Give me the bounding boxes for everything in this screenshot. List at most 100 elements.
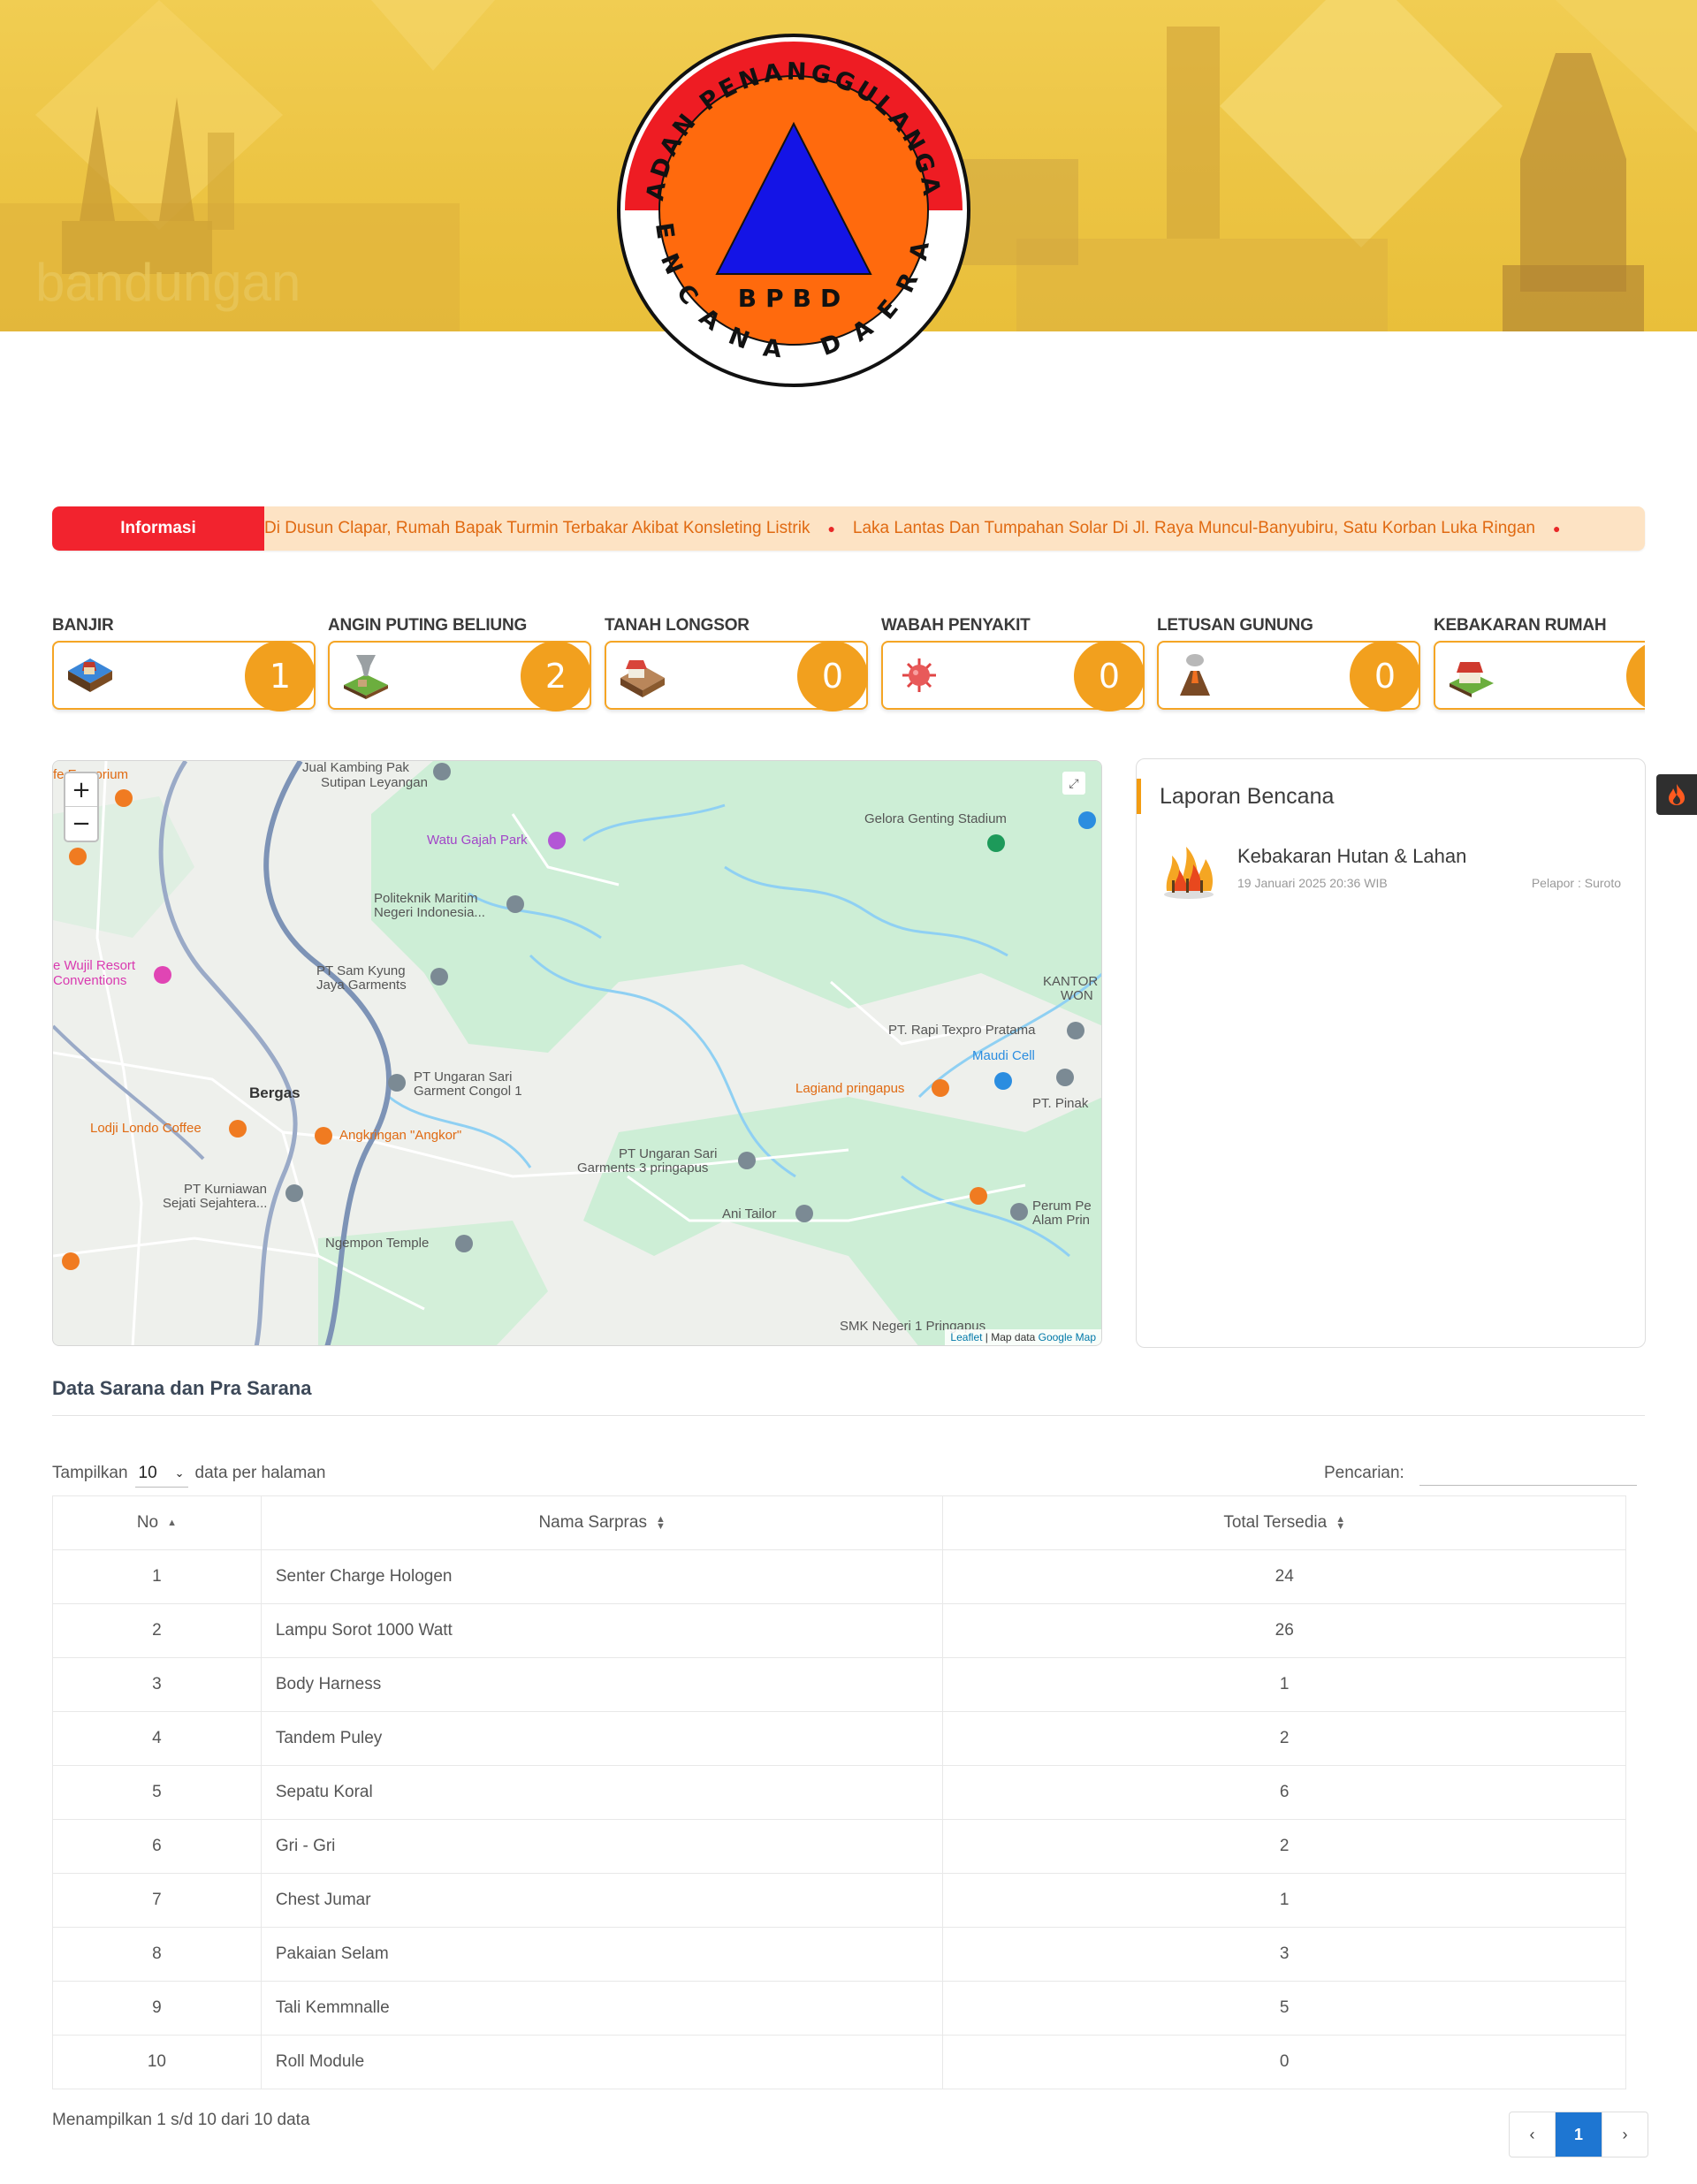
table-row: 6 Gri - Gri 2: [52, 1819, 1626, 1874]
disaster-map[interactable]: fe Emporium Jual Kambing Pak Sutipan Ley…: [52, 760, 1102, 1346]
svg-text:bandungan: bandungan: [35, 253, 301, 312]
map-label[interactable]: KANTOR: [1043, 975, 1098, 989]
cell-name: Chest Jumar: [260, 1873, 943, 1928]
map-label[interactable]: Sutipan Leyangan: [321, 776, 428, 790]
cell-no: 8: [52, 1927, 262, 1982]
card-count: 2: [521, 641, 591, 712]
cell-no: 4: [52, 1711, 262, 1766]
zoom-in-button[interactable]: +: [65, 773, 97, 807]
map-label[interactable]: e Wujil Resort: [53, 959, 135, 973]
cell-name: Lampu Sorot 1000 Watt: [260, 1603, 943, 1658]
map-label[interactable]: Lagiand pringapus: [795, 1082, 904, 1096]
ticker-item[interactable]: Laka Lantas Dan Tumpahan Solar Di Jl. Ra…: [853, 519, 1553, 538]
svg-text:BPBD: BPBD: [738, 284, 849, 313]
card-count: 0: [1350, 641, 1420, 712]
cell-total: 26: [942, 1603, 1626, 1658]
sort-icon: ▲ ▼: [1336, 1513, 1346, 1532]
ticker-item[interactable]: Di Dusun Clapar, Rumah Bapak Turmin Terb…: [264, 519, 827, 538]
chevron-down-icon: ⌄: [174, 1465, 185, 1480]
map-label[interactable]: Sejati Sejahtera...: [163, 1197, 267, 1211]
map-label[interactable]: Alam Prin: [1032, 1214, 1090, 1228]
pagination: ‹ 1 ›: [1509, 2112, 1648, 2157]
cell-name: Senter Charge Hologen: [260, 1549, 943, 1604]
map-label[interactable]: PT. Rapi Texpro Pratama: [888, 1024, 1035, 1038]
map-label[interactable]: Perum Pe: [1032, 1199, 1092, 1214]
map-label[interactable]: Negeri Indonesia...: [374, 906, 485, 920]
google-map-link[interactable]: Google Map: [1039, 1331, 1096, 1343]
cell-name: Pakaian Selam: [260, 1927, 943, 1982]
cell-total: 24: [942, 1549, 1626, 1604]
map-attribution: Leaflet | Map data Google Map: [945, 1329, 1101, 1345]
map-label[interactable]: PT Kurniawan: [184, 1183, 267, 1197]
map-label[interactable]: Watu Gajah Park: [427, 833, 528, 848]
map-label[interactable]: WON: [1061, 989, 1093, 1003]
map-label[interactable]: PT Sam Kyung: [316, 964, 406, 978]
map-label[interactable]: Ngempon Temple: [325, 1237, 429, 1251]
report-item[interactable]: Kebakaran Hutan & Lahan 19 Januari 2025 …: [1161, 843, 1621, 905]
ticker-separator-icon: ●: [1552, 521, 1561, 536]
column-header-no[interactable]: No ▲: [52, 1495, 262, 1550]
show-suffix: data per halaman: [194, 1464, 326, 1482]
map-label[interactable]: Bergas: [249, 1085, 301, 1100]
disaster-card-wabah-penyakit[interactable]: WABAH PENYAKIT 0: [881, 614, 1145, 712]
table-row: 3 Body Harness 1: [52, 1657, 1626, 1712]
card-box: 2: [328, 641, 591, 712]
ticker-separator-icon: ●: [827, 521, 835, 536]
prev-page-button[interactable]: ‹: [1510, 2112, 1556, 2157]
card-title: WABAH PENYAKIT: [881, 616, 1031, 635]
card-box: 0: [1157, 641, 1420, 712]
column-header-total-tersedia[interactable]: Total Tersedia ▲ ▼: [942, 1495, 1626, 1550]
page-length-select[interactable]: 10 ⌄: [134, 1459, 188, 1488]
card-count: 0: [1074, 641, 1145, 712]
cell-name: Gri - Gri: [260, 1819, 943, 1874]
fire-button[interactable]: [1656, 774, 1697, 815]
map-label[interactable]: PT Ungaran Sari: [619, 1147, 717, 1161]
next-page-button[interactable]: ›: [1602, 2112, 1648, 2157]
flame-icon: [1669, 784, 1685, 805]
disaster-card-tanah-longsor[interactable]: TANAH LONGSOR 0: [605, 614, 868, 712]
table-row: 10 Roll Module 0: [52, 2035, 1626, 2089]
card-box: [1434, 641, 1645, 712]
map-label[interactable]: Gelora Genting Stadium: [864, 812, 1007, 826]
page-length-control: Tampilkan 10 ⌄ data per halaman: [52, 1459, 325, 1488]
landslide-icon: [620, 660, 665, 697]
fullscreen-icon[interactable]: ⤢: [1062, 772, 1085, 795]
disaster-card-angin-puting-beliung[interactable]: ANGIN PUTING BELIUNG 2: [328, 614, 591, 712]
map-label[interactable]: Ani Tailor: [722, 1207, 776, 1221]
divider: [52, 1415, 1645, 1416]
table-row: 8 Pakaian Selam 3: [52, 1927, 1626, 1982]
section-title: Data Sarana dan Pra Sarana: [52, 1377, 312, 1399]
map-label[interactable]: PT. Pinak: [1032, 1097, 1088, 1111]
map-label[interactable]: Maudi Cell: [972, 1049, 1035, 1063]
map-label[interactable]: Jaya Garments: [316, 978, 407, 993]
table-row: 2 Lampu Sorot 1000 Watt 26: [52, 1603, 1626, 1658]
column-header-nama-sarpras[interactable]: Nama Sarpras ▲ ▼: [260, 1495, 943, 1550]
disaster-card-letusan-gunung[interactable]: LETUSAN GUNUNG 0: [1157, 614, 1420, 712]
disaster-card-banjir[interactable]: BANJIR 1: [52, 614, 316, 712]
map-zoom-control: + −: [64, 772, 99, 842]
map-label[interactable]: Garments 3 pringapus: [577, 1161, 708, 1176]
card-box: 0: [605, 641, 868, 712]
map-label[interactable]: Politeknik Maritim: [374, 892, 478, 906]
map-label[interactable]: PT Ungaran Sari: [414, 1070, 512, 1084]
map-label[interactable]: Garment Congol 1: [414, 1084, 522, 1099]
map-label[interactable]: Lodji Londo Coffee: [90, 1122, 202, 1136]
search-input[interactable]: [1419, 1461, 1637, 1486]
report-panel: Laporan Bencana Kebakaran Hutan & Lahan …: [1136, 758, 1646, 1348]
map-label[interactable]: Conventions: [53, 974, 126, 988]
cell-name: Roll Module: [260, 2035, 943, 2089]
map-label[interactable]: Jual Kambing Pak: [302, 761, 409, 775]
house-fire-icon: [1450, 662, 1494, 697]
sort-icon: ▲ ▼: [655, 1513, 666, 1532]
card-count: [1626, 641, 1645, 712]
zoom-out-button[interactable]: −: [65, 807, 97, 841]
cell-total: 2: [942, 1711, 1626, 1766]
page-button-1[interactable]: 1: [1556, 2112, 1602, 2157]
ticker-track: Di Dusun Clapar, Rumah Bapak Turmin Terb…: [264, 506, 1578, 551]
disaster-card-kebakaran-rumah[interactable]: KEBAKARAN RUMAH: [1434, 614, 1645, 712]
map-label[interactable]: Angkringan "Angkor": [339, 1129, 461, 1143]
card-title: KEBAKARAN RUMAH: [1434, 616, 1607, 635]
report-title[interactable]: Kebakaran Hutan & Lahan: [1237, 845, 1466, 868]
cell-total: 5: [942, 1981, 1626, 2036]
leaflet-link[interactable]: Leaflet: [950, 1331, 982, 1343]
